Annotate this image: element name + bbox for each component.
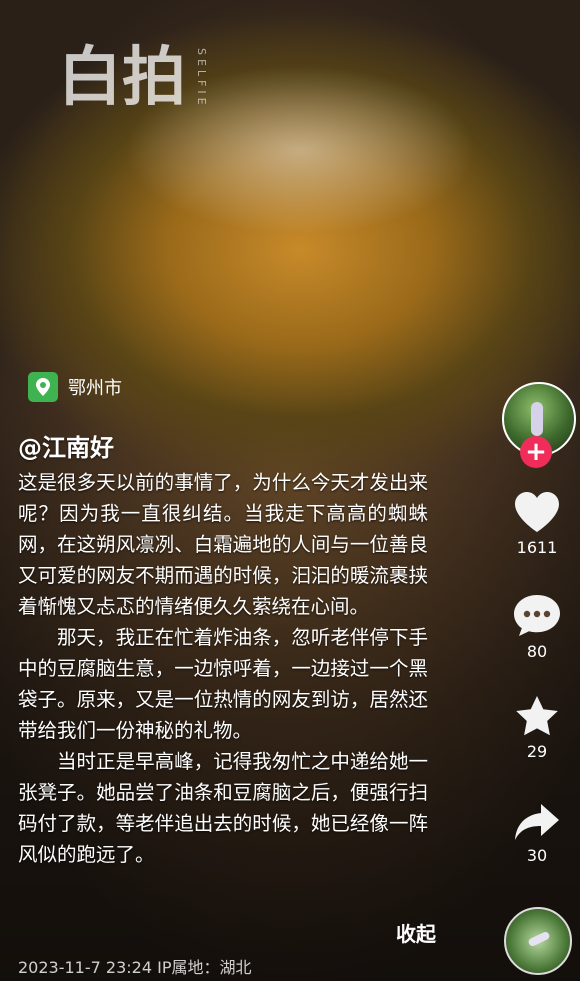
star-icon xyxy=(516,696,558,736)
like-button[interactable]: 1611 xyxy=(502,490,572,557)
selfie-watermark: 白拍 SELFIE xyxy=(58,41,208,115)
comment-icon xyxy=(514,595,560,636)
caption-paragraph: 当时正是早高峰，记得我匆忙之中递给她一张凳子。她品尝了油条和豆腐脑之后，便强行扫… xyxy=(18,750,428,866)
heart-icon xyxy=(515,492,559,532)
caption-paragraph: 这是很多天以前的事情了，为什么今天才发出来呢？因为我一直很纠结。当我走下高高的蜘… xyxy=(18,471,428,618)
watermark-sub: SELFIE xyxy=(195,47,208,109)
comment-count: 80 xyxy=(526,642,548,661)
collapse-button[interactable]: 收起 xyxy=(396,918,436,947)
post-timestamp: 2023-11-7 23:24 xyxy=(18,958,152,977)
location-tag[interactable]: 鄂州市 xyxy=(28,372,122,402)
favorite-button[interactable]: 29 xyxy=(502,694,572,761)
ip-location: IP属地：湖北 xyxy=(157,958,252,977)
author-username[interactable]: @江南好 xyxy=(18,428,114,463)
comment-button[interactable]: 80 xyxy=(502,592,572,661)
share-count: 30 xyxy=(526,846,548,865)
watermark-brand: 白拍 xyxy=(58,41,186,115)
location-label: 鄂州市 xyxy=(68,378,122,399)
location-pin-icon xyxy=(28,372,58,402)
post-caption: 这是很多天以前的事情了，为什么今天才发出来呢？因为我一直很纠结。当我走下高高的蜘… xyxy=(18,467,428,904)
post-meta: 2023-11-7 23:24 IP属地：湖北 xyxy=(18,954,251,978)
share-button[interactable]: 30 xyxy=(502,802,572,865)
caption-paragraph: 那天，我正在忙着炸油条，忽听老伴停下手中的豆腐脑生意，一边惊呼着，一边接过一个黑… xyxy=(18,626,428,742)
favorite-count: 29 xyxy=(526,742,548,761)
music-disc[interactable] xyxy=(504,907,572,975)
share-arrow-icon xyxy=(515,804,559,840)
follow-button[interactable]: + xyxy=(520,436,552,468)
like-count: 1611 xyxy=(516,538,558,557)
